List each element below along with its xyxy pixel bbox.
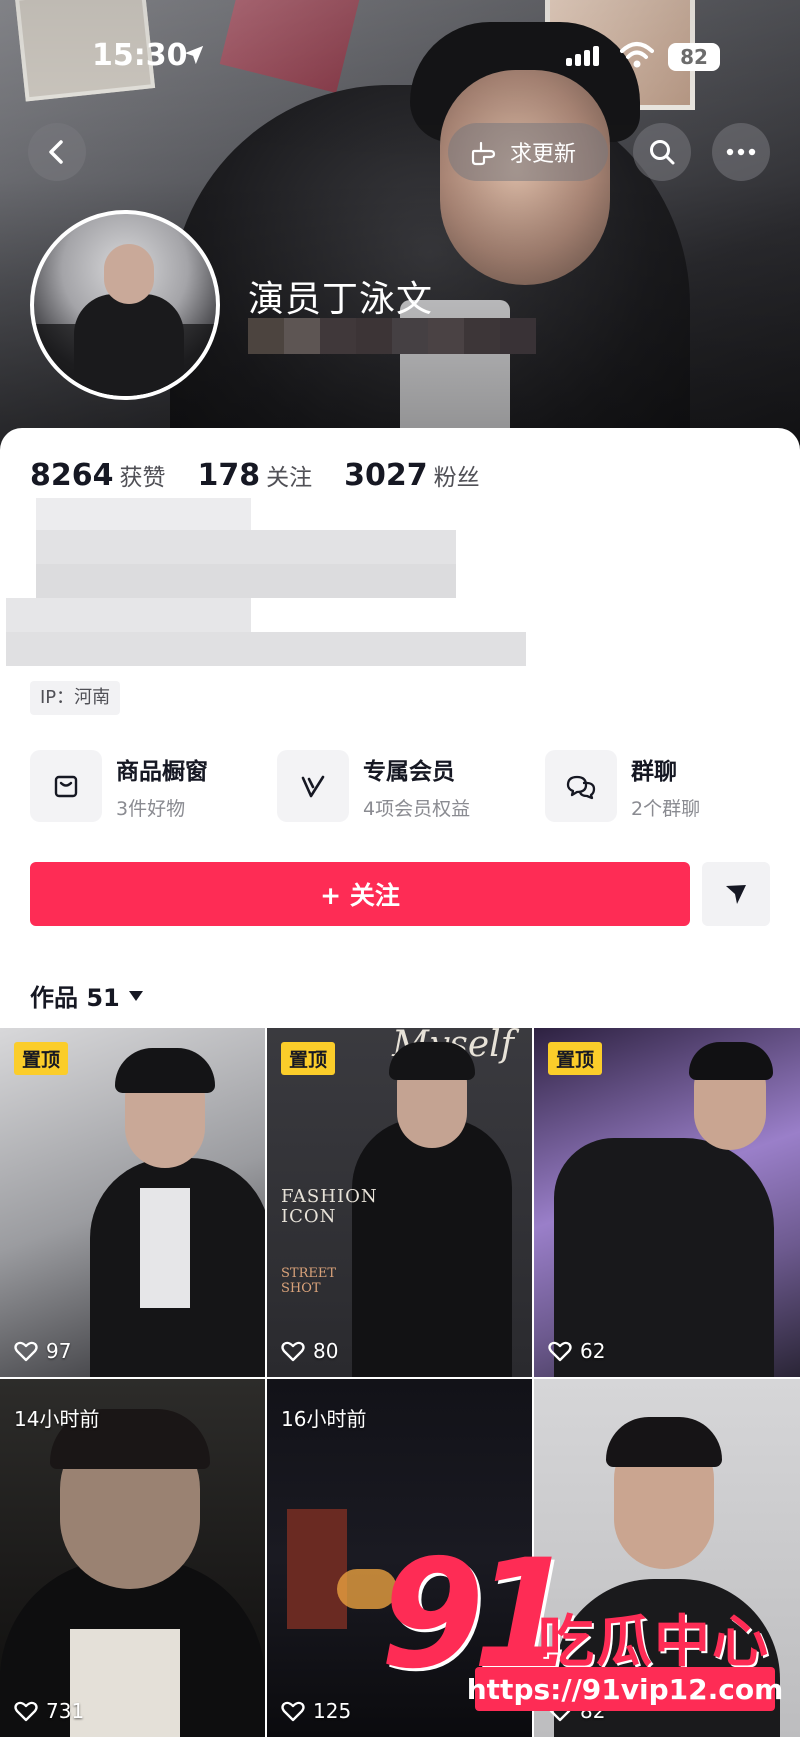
feature-membership[interactable]: 专属会员 4项会员权益 [277,750,470,822]
feature-icon-box [545,750,617,822]
follow-button[interactable]: + 关注 [30,862,690,926]
caret-down-icon [128,990,143,1001]
magazine-subheading: STREET [281,1266,337,1281]
chat-bubbles-icon [566,775,596,800]
battery-indicator: 82 [668,43,720,71]
like-count: 62 [548,1339,605,1363]
magazine-subheading: SHOT [281,1281,321,1296]
vip-v-icon [301,775,325,798]
works-label: 作品 51 [30,984,120,1012]
like-count: 97 [14,1339,71,1363]
video-thumbnail[interactable]: 置顶 62 [534,1028,800,1377]
blurred-id [248,318,536,354]
thumb-hair [115,1048,215,1093]
post-time: 16小时前 [281,1407,367,1431]
heart-icon [548,1341,572,1362]
shopping-bag-icon [54,775,78,798]
video-thumbnail[interactable]: 置顶 97 [0,1028,265,1377]
pinned-badge: 置顶 [281,1042,336,1075]
feature-subtitle: 4项会员权益 [363,797,471,820]
video-thumbnail[interactable]: Myself FASHION ICON STREET SHOT 置顶 80 [267,1028,532,1377]
chevron-left-icon [49,140,63,164]
like-count-value: 731 [46,1699,85,1723]
pointing-hand-icon [471,141,496,166]
avatar-body [74,294,184,396]
feature-subtitle: 2个群聊 [631,797,701,820]
thumb-hair [606,1417,722,1467]
request-update-label: 求更新 [510,142,577,167]
pinned-badge: 置顶 [548,1042,603,1075]
request-update-button[interactable]: 求更新 [448,123,608,181]
likes-count: 8264 [30,458,114,493]
feature-shop-window[interactable]: 商品橱窗 3件好物 [30,750,208,822]
thumb-building [287,1509,347,1629]
heart-icon [281,1341,305,1362]
like-count: 125 [281,1699,351,1723]
following-count[interactable]: 178 [198,458,261,493]
like-count-value: 125 [313,1699,352,1723]
ip-location-tag: IP：河南 [30,681,121,715]
profile-name: 演员丁泳文 [248,279,434,320]
like-count-value: 62 [580,1339,606,1363]
like-count: 731 [14,1699,84,1723]
share-button[interactable] [702,862,770,926]
avatar[interactable] [30,210,220,400]
feature-icon-box [277,750,349,822]
blurred-bio [6,498,526,668]
status-time: 15:30 [92,38,188,73]
like-count-value: 80 [313,1339,339,1363]
search-icon [650,140,675,165]
video-thumbnail[interactable]: 14小时前 731 [0,1379,265,1737]
watermark-url: https://91vip12.com [467,1667,783,1711]
post-time: 14小时前 [14,1407,100,1431]
thumb-shirt [70,1629,180,1737]
like-count-value: 97 [46,1339,72,1363]
more-dots-icon [726,148,756,156]
like-count: 80 [281,1339,338,1363]
works-tab[interactable]: 作品 51 [30,978,144,1013]
pinned-badge: 置顶 [14,1042,69,1075]
thumb-figure [352,1118,512,1377]
stats-row: 8264 获赞 178 关注 3027 粉丝 [30,458,512,493]
magazine-heading: FASHION [281,1186,378,1207]
feature-icon-box [30,750,102,822]
back-button[interactable] [28,123,86,181]
location-arrow-icon [184,45,204,65]
thumb-hair [689,1042,773,1080]
send-arrow-icon [726,885,746,904]
likes-label: 获赞 [119,465,166,491]
thumb-shirt [140,1188,190,1308]
magazine-heading: ICON [281,1206,337,1227]
followers-count[interactable]: 3027 [344,458,428,493]
feature-title: 专属会员 [363,758,455,785]
watermark-logo-text: 吃瓜中心 [538,1610,770,1675]
avatar-face [104,244,154,304]
search-button[interactable] [633,123,691,181]
heart-icon [14,1341,38,1362]
thumb-hair [389,1042,475,1080]
followers-label[interactable]: 粉丝 [434,458,480,492]
feature-title: 群聊 [631,758,677,785]
feature-title: 商品橱窗 [116,758,208,785]
heart-icon [281,1701,305,1722]
cellular-signal-icon [566,46,599,66]
feature-group-chat[interactable]: 群聊 2个群聊 [545,750,700,822]
wifi-icon [620,42,654,68]
heart-icon [14,1701,38,1722]
feature-subtitle: 3件好物 [116,797,186,820]
following-label[interactable]: 关注 [266,458,312,492]
more-button[interactable] [712,123,770,181]
